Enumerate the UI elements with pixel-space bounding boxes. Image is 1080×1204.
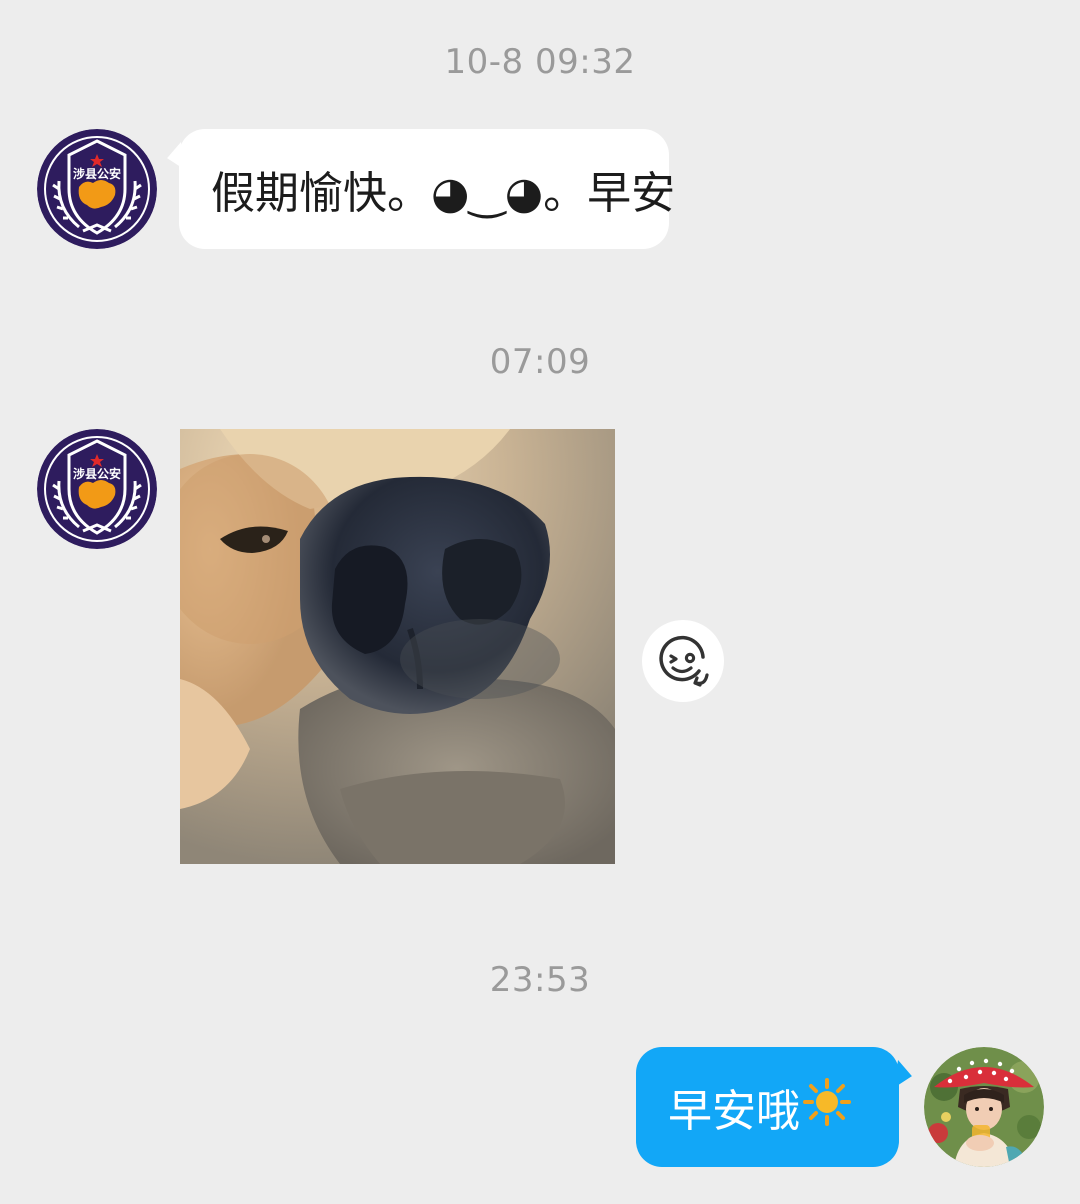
svg-text:涉县公安: 涉县公安 (73, 166, 121, 181)
timestamp: 07:09 (489, 342, 591, 382)
incoming-text-bubble[interactable]: 假期愉快。◕‿◕。早安 (179, 129, 675, 249)
sun-emoji-icon (802, 1077, 852, 1138)
police-badge-avatar[interactable]: 涉县公安 (37, 429, 157, 549)
user-photo-avatar[interactable] (924, 1047, 1044, 1167)
dog-nose-sticker[interactable] (180, 429, 615, 864)
message-text: 早安哦 (668, 1086, 800, 1137)
outgoing-text-bubble[interactable]: 早安哦 (636, 1047, 899, 1167)
timestamp: 10-8 09:32 (444, 42, 636, 82)
svg-text:涉县公安: 涉县公安 (73, 466, 121, 481)
message-text: 假期愉快。◕‿◕。早安 (211, 168, 676, 219)
sticker-reaction-button[interactable] (642, 620, 724, 702)
timestamp: 23:53 (489, 960, 591, 1000)
police-badge-avatar[interactable]: 涉县公安 (37, 129, 157, 249)
sticker-reaction-icon (659, 635, 709, 687)
